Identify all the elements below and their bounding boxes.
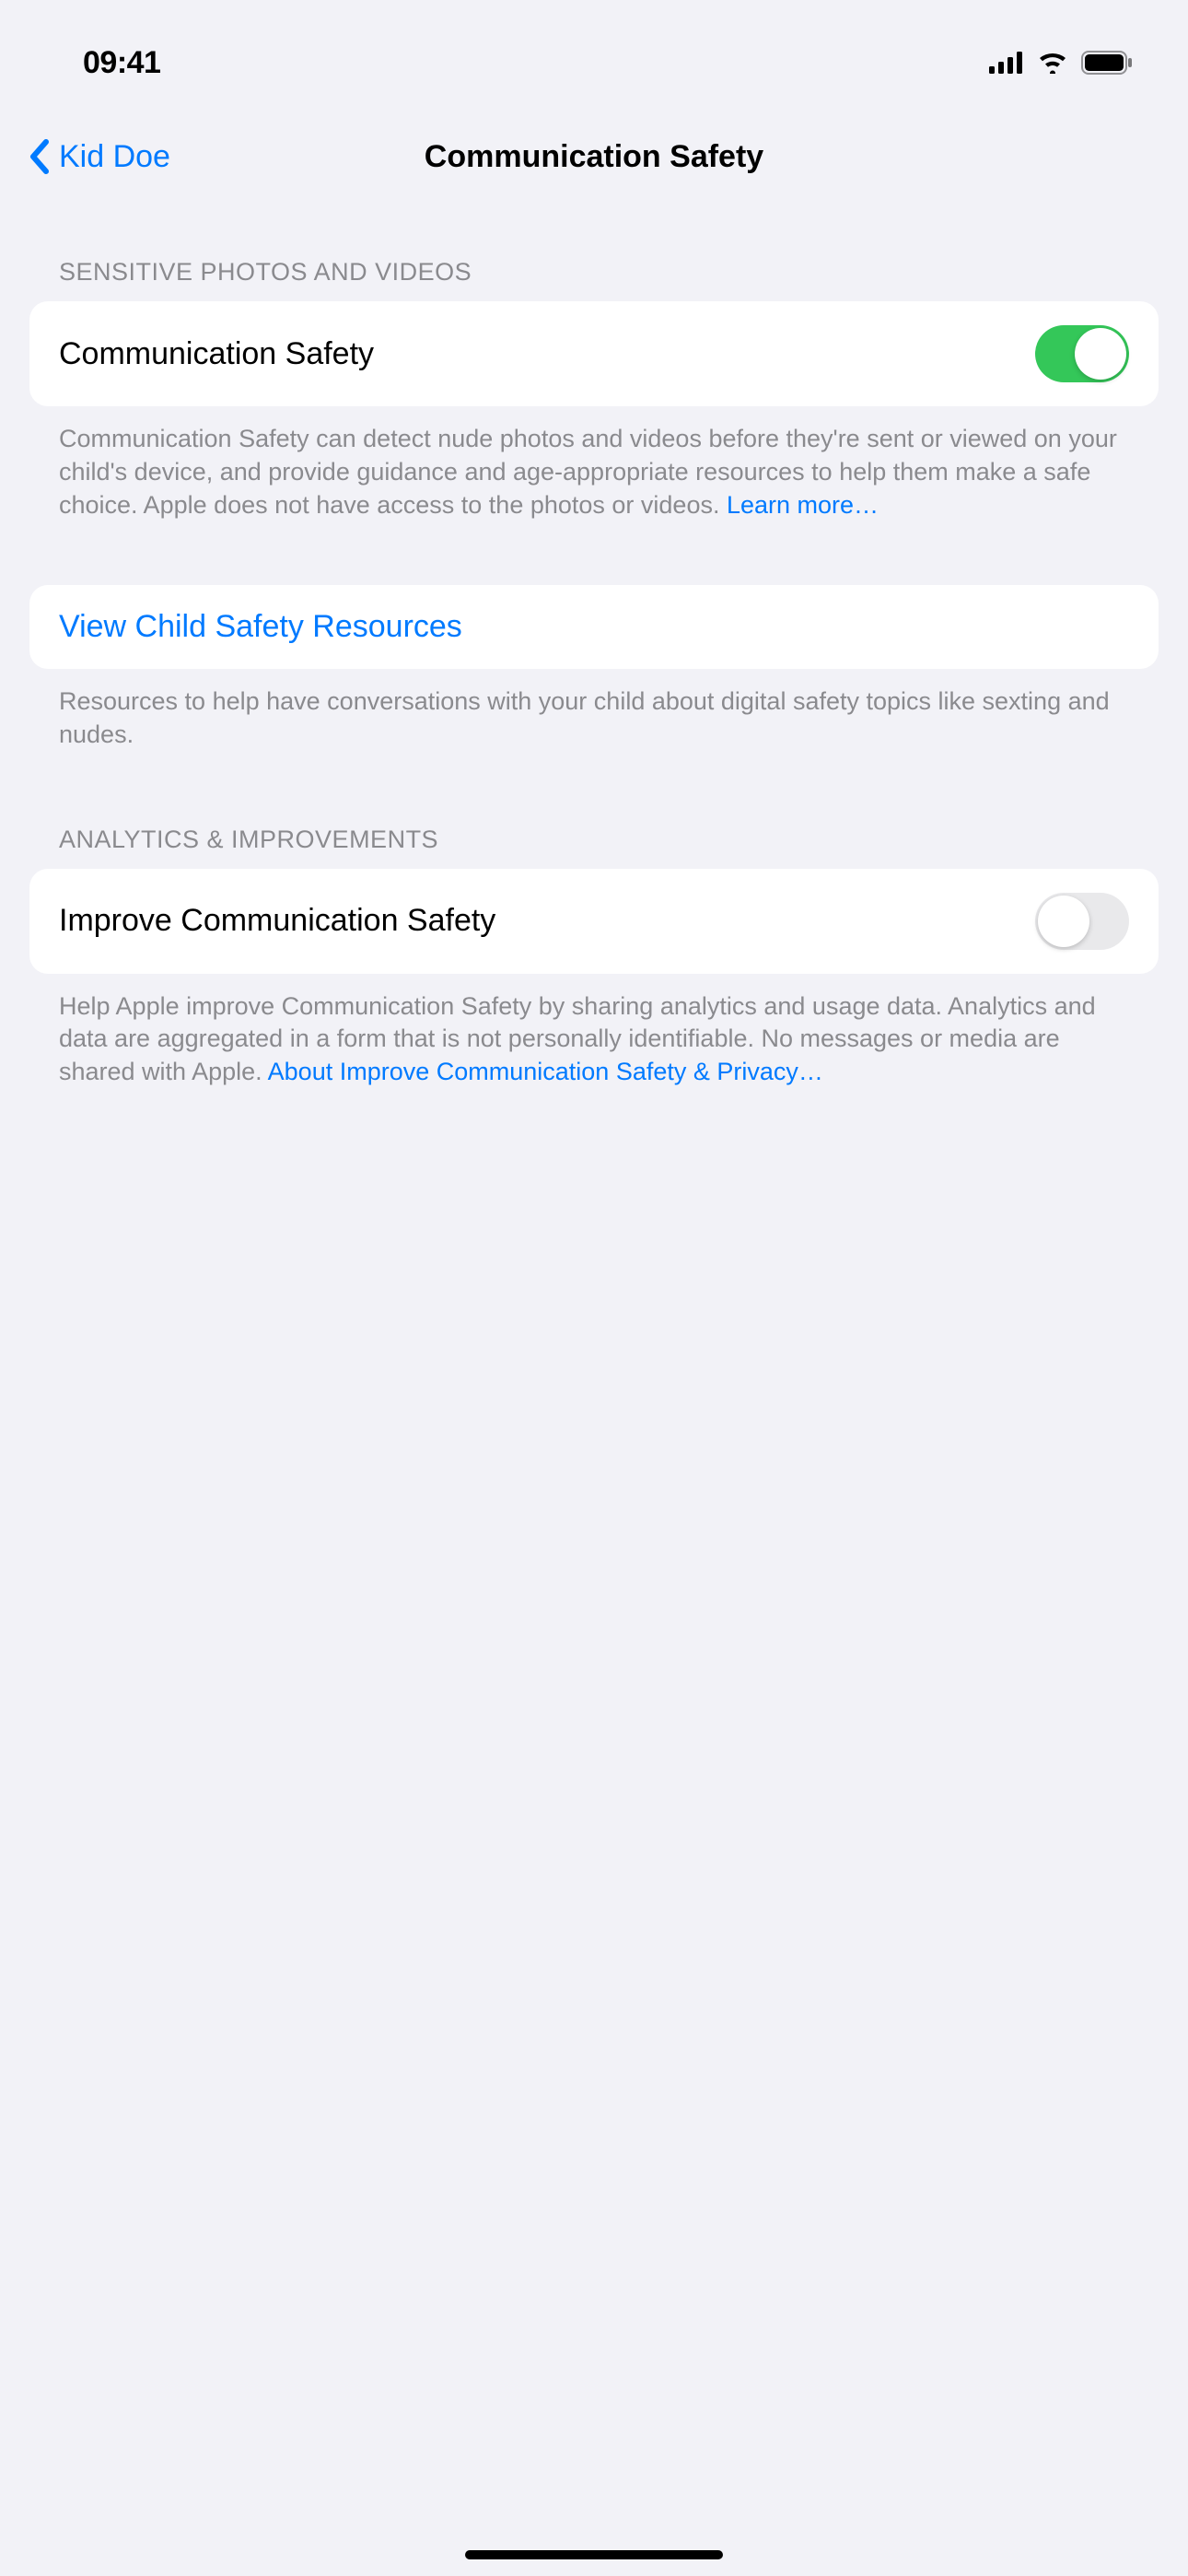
- row-view-resources[interactable]: View Child Safety Resources: [29, 585, 1159, 669]
- row-label: Improve Communication Safety: [59, 903, 495, 939]
- nav-bar: Kid Doe Communication Safety: [0, 111, 1188, 203]
- row-communication-safety: Communication Safety: [29, 301, 1159, 406]
- status-bar: 09:41: [0, 0, 1188, 111]
- page-title: Communication Safety: [28, 139, 1160, 175]
- footer-resources: Resources to help have conversations wit…: [29, 669, 1159, 752]
- status-time: 09:41: [83, 45, 160, 81]
- home-indicator[interactable]: [465, 2550, 723, 2559]
- chevron-left-icon: [28, 138, 50, 175]
- footer-analytics: Help Apple improve Communication Safety …: [29, 974, 1159, 1090]
- back-label: Kid Doe: [59, 139, 170, 175]
- toggle-improve-communication-safety[interactable]: [1035, 893, 1129, 950]
- toggle-knob: [1038, 896, 1089, 947]
- about-privacy-link[interactable]: About Improve Communication Safety & Pri…: [268, 1058, 823, 1085]
- section-header-sensitive: SENSITIVE PHOTOS AND VIDEOS: [29, 203, 1159, 301]
- wifi-icon: [1037, 52, 1068, 74]
- list-group-sensitive: Communication Safety: [29, 301, 1159, 406]
- toggle-knob: [1075, 328, 1126, 380]
- status-icons: [989, 51, 1133, 75]
- battery-icon: [1081, 51, 1133, 75]
- row-link-label: View Child Safety Resources: [59, 609, 462, 645]
- row-label: Communication Safety: [59, 336, 374, 372]
- section-header-analytics: ANALYTICS & IMPROVEMENTS: [29, 752, 1159, 869]
- footer-text-body: Communication Safety can detect nude pho…: [59, 425, 1117, 519]
- cellular-icon: [989, 52, 1024, 74]
- list-group-analytics: Improve Communication Safety: [29, 869, 1159, 974]
- row-improve-communication-safety: Improve Communication Safety: [29, 869, 1159, 974]
- learn-more-link[interactable]: Learn more…: [727, 491, 879, 519]
- toggle-communication-safety[interactable]: [1035, 325, 1129, 382]
- back-button[interactable]: Kid Doe: [28, 138, 170, 175]
- list-group-resources: View Child Safety Resources: [29, 585, 1159, 669]
- footer-sensitive: Communication Safety can detect nude pho…: [29, 406, 1159, 522]
